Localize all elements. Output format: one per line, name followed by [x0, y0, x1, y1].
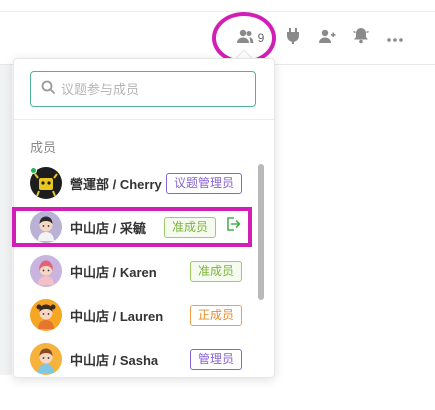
search-icon	[41, 80, 55, 99]
online-status-dot	[30, 167, 37, 174]
member-name: 中山店 / Sasha	[70, 352, 159, 368]
search-divider	[14, 119, 274, 120]
member-avatar	[30, 343, 62, 375]
top-divider	[0, 11, 435, 12]
plugin-icon	[286, 27, 300, 49]
plugin-button[interactable]	[284, 27, 302, 49]
more-icon	[387, 29, 403, 47]
member-avatar	[30, 167, 62, 199]
role-badge: 正成员	[190, 305, 243, 326]
notification-button[interactable]	[351, 28, 371, 48]
member-avatar	[30, 299, 62, 331]
add-member-button[interactable]	[317, 28, 337, 48]
more-button[interactable]	[385, 28, 405, 48]
member-name: 中山店 / Karen	[70, 264, 157, 280]
role-badge: 管理员	[190, 349, 243, 370]
member-search-input[interactable]	[61, 81, 241, 97]
member-search-box[interactable]	[30, 71, 256, 107]
role-badge: 准成员	[190, 261, 243, 282]
add-member-icon	[318, 28, 336, 49]
content-area	[278, 65, 435, 375]
member-name: 營運部 / Cherry	[70, 176, 162, 192]
member-name: 中山店 / Lauren	[70, 308, 164, 324]
notification-icon	[352, 27, 370, 49]
member-list-scrollbar[interactable]	[258, 164, 264, 300]
annotation-highlight-box	[12, 207, 252, 247]
members-section-label: 成员	[30, 140, 57, 155]
role-badge: 议题管理员	[166, 173, 243, 194]
background-panel	[0, 65, 12, 375]
member-avatar	[30, 255, 62, 287]
